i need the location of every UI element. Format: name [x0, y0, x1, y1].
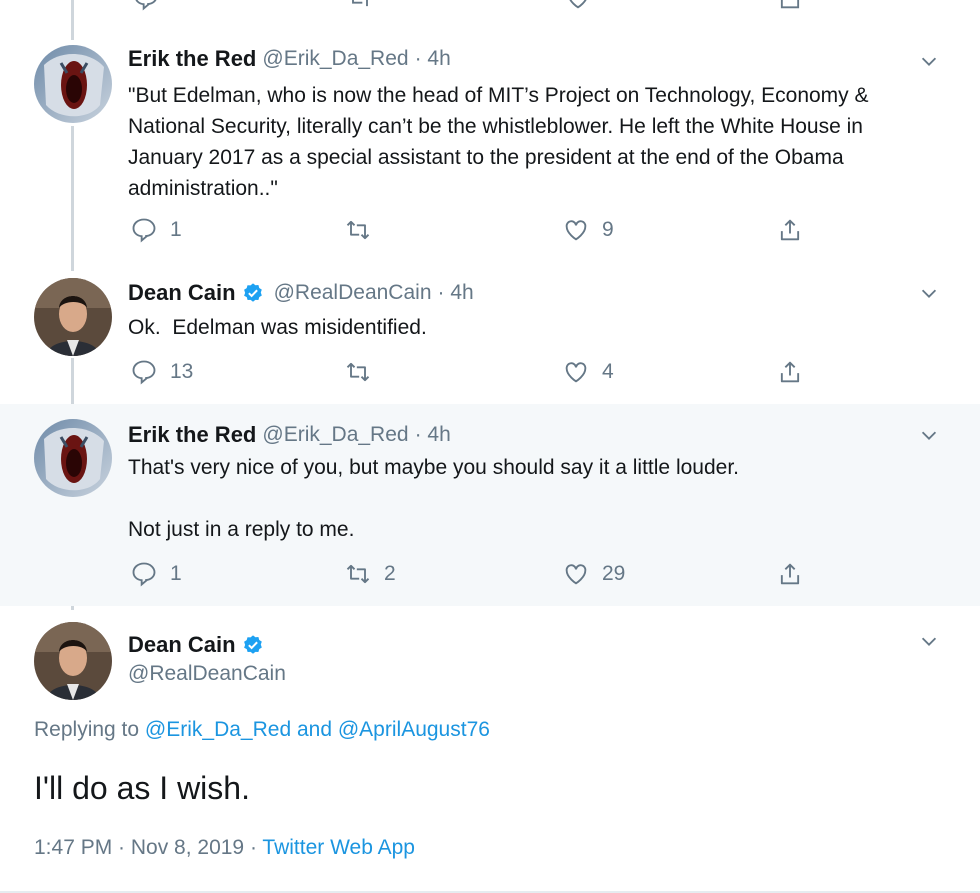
retweet-button[interactable]: [344, 216, 384, 244]
avatar[interactable]: [34, 45, 112, 123]
reply-count: 13: [170, 360, 194, 383]
chevron-down-icon[interactable]: [918, 630, 940, 652]
action-bar: 1 2 29: [128, 560, 828, 590]
tweet-text: That's very nice of you, but maybe you s…: [128, 456, 739, 479]
retweet-button[interactable]: [344, 358, 384, 386]
like-icon: [565, 564, 587, 585]
verified-badge-icon: [243, 283, 262, 302]
source-link[interactable]: Twitter Web App: [262, 836, 415, 859]
tweet-timestamp[interactable]: 1:47 PM · Nov 8, 2019 ·: [34, 836, 257, 859]
avatar[interactable]: [34, 622, 112, 700]
retweet-icon[interactable]: [346, 0, 374, 12]
verified-badge-icon: [243, 635, 262, 654]
retweet-icon: [346, 220, 370, 240]
avatar[interactable]: [34, 278, 112, 356]
retweet-icon: [346, 564, 370, 584]
timestamp[interactable]: · 4h: [415, 47, 451, 71]
focused-tweet-text: I'll do as I wish.: [34, 770, 250, 806]
handle[interactable]: @RealDeanCain: [128, 662, 286, 686]
avatar[interactable]: [34, 419, 112, 497]
retweet-icon: [346, 362, 370, 382]
display-name[interactable]: Erik the Red: [128, 46, 256, 72]
reply-icon: [132, 360, 156, 385]
reply-icon[interactable]: [132, 0, 160, 12]
timestamp[interactable]: · 4h: [415, 423, 451, 447]
like-count: 29: [602, 562, 626, 585]
chevron-down-icon[interactable]: [918, 282, 940, 304]
action-bar: 13 4: [128, 358, 828, 388]
mention-link[interactable]: @Erik_Da_Red: [145, 718, 291, 741]
retweet-button[interactable]: 2: [344, 560, 396, 588]
reply-button[interactable]: 1: [130, 216, 182, 244]
reply-count: 1: [170, 218, 182, 241]
reply-button[interactable]: 13: [130, 358, 193, 386]
reply-button[interactable]: 1: [130, 560, 182, 588]
tweet-meta: 1:47 PM · Nov 8, 2019 · Twitter Web App: [34, 836, 415, 860]
replying-prefix: Replying to: [34, 718, 140, 741]
like-count: 4: [602, 360, 614, 383]
tweet-text: "But Edelman, who is now the head of MIT…: [128, 84, 869, 200]
action-bar: 1 9: [128, 216, 828, 246]
share-icon: [780, 563, 800, 585]
focused-tweet: Dean Cain @RealDeanCain Replying to @Eri…: [0, 606, 980, 893]
share-icon[interactable]: [776, 0, 804, 12]
tweet[interactable]: Erik the Red @Erik_Da_Red · 4h "But Edel…: [0, 40, 980, 272]
mention-link[interactable]: @AprilAugust76: [338, 718, 490, 741]
like-icon[interactable]: [564, 0, 592, 12]
replying-and[interactable]: and: [297, 718, 332, 741]
like-button[interactable]: 29: [562, 560, 625, 588]
like-button[interactable]: 9: [562, 216, 614, 244]
handle[interactable]: @RealDeanCain: [274, 281, 432, 305]
share-button[interactable]: [776, 216, 804, 244]
chevron-down-icon[interactable]: [918, 50, 940, 72]
replying-to: Replying to @Erik_Da_Red and @AprilAugus…: [34, 718, 490, 742]
display-name[interactable]: Dean Cain: [128, 632, 236, 658]
timestamp[interactable]: · 4h: [438, 281, 474, 305]
display-name[interactable]: Dean Cain: [128, 280, 236, 306]
chevron-down-icon[interactable]: [918, 424, 940, 446]
tweet-text-line2: Not just in a reply to me.: [128, 518, 355, 541]
like-icon: [565, 220, 587, 241]
thread-line: [71, 0, 74, 40]
like-count: 9: [602, 218, 614, 241]
reply-icon: [132, 218, 156, 243]
retweet-count: 2: [384, 562, 396, 585]
reply-count: 1: [170, 562, 182, 585]
display-name[interactable]: Erik the Red: [128, 422, 256, 448]
share-icon: [780, 219, 800, 241]
share-button[interactable]: [776, 358, 804, 386]
tweet-text: Ok. Edelman was misidentified.: [128, 316, 427, 339]
handle[interactable]: @Erik_Da_Red: [262, 423, 408, 447]
tweet[interactable]: Erik the Red @Erik_Da_Red · 4h That's ve…: [0, 404, 980, 606]
handle[interactable]: @Erik_Da_Red: [262, 47, 408, 71]
share-button[interactable]: [776, 560, 804, 588]
tweet[interactable]: Dean Cain @RealDeanCain · 4h Ok. Edelman…: [0, 272, 980, 402]
partial-action-row: [128, 0, 828, 11]
reply-icon: [132, 562, 156, 587]
like-icon: [565, 362, 587, 383]
like-button[interactable]: 4: [562, 358, 614, 386]
share-icon: [780, 361, 800, 383]
